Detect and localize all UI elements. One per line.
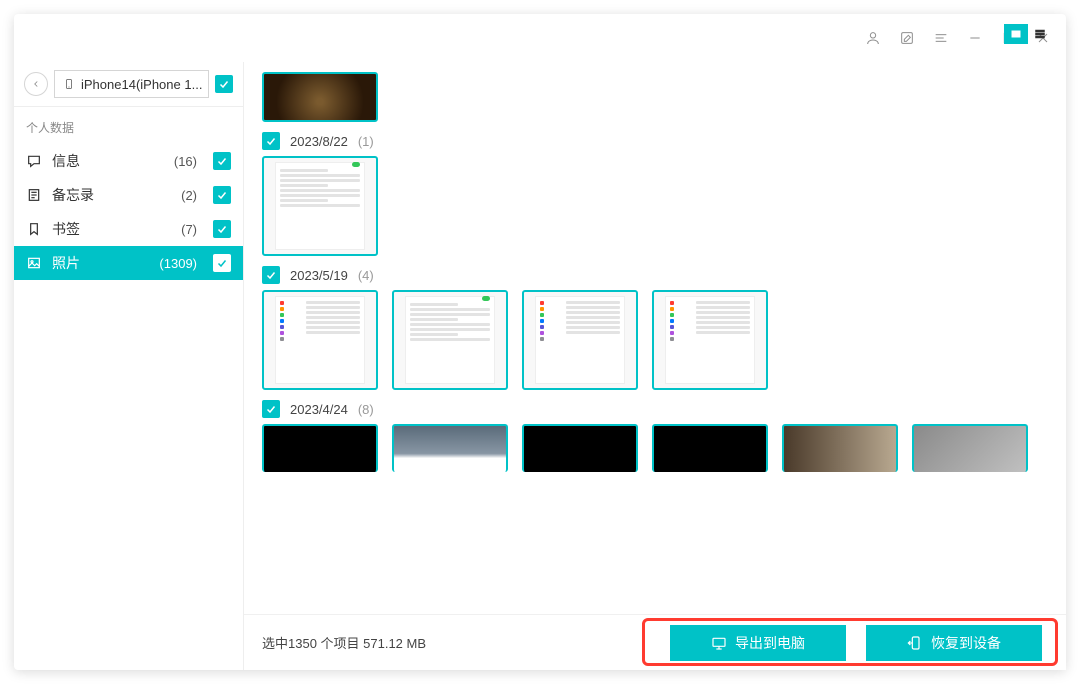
view-toggle: [1004, 24, 1052, 44]
group-date: 2023/8/22: [290, 134, 348, 149]
device-name: iPhone14(iPhone 1...: [81, 77, 202, 92]
export-to-pc-button[interactable]: 导出到电脑: [670, 625, 846, 661]
date-group-header[interactable]: 2023/4/24 (8): [262, 390, 1048, 424]
sidebar-item-image[interactable]: 照片 (1309): [14, 246, 243, 280]
menu-icon[interactable]: [932, 29, 950, 47]
group-count: (8): [358, 402, 374, 417]
group-checkbox[interactable]: [262, 132, 280, 150]
group-date: 2023/4/24: [290, 402, 348, 417]
sidebar-item-checkbox[interactable]: [213, 186, 231, 204]
restore-label: 恢复到设备: [931, 633, 1001, 653]
photo-thumbnail[interactable]: [262, 156, 378, 256]
account-icon[interactable]: [864, 29, 882, 47]
photo-thumbnail[interactable]: [262, 424, 378, 472]
date-group-header[interactable]: 2023/8/22 (1): [262, 122, 1048, 156]
sidebar-item-bookmark[interactable]: 书签 (7): [14, 212, 243, 246]
device-checkbox[interactable]: [215, 75, 233, 93]
sidebar-item-checkbox[interactable]: [213, 220, 231, 238]
sidebar-item-count: (1309): [159, 256, 197, 271]
title-bar: [14, 14, 1066, 62]
sidebar-item-count: (2): [181, 188, 197, 203]
photo-thumbnail[interactable]: [522, 290, 638, 390]
photo-thumbnail[interactable]: [652, 290, 768, 390]
image-icon: [26, 255, 42, 271]
date-group-header[interactable]: 2023/5/19 (4): [262, 256, 1048, 290]
sidebar: iPhone14(iPhone 1... 个人数据 信息 (16) 备忘录 (2) 书签…: [14, 62, 244, 670]
bottom-bar: 选中1350 个项目 571.12 MB 导出到电脑 恢复到设备: [244, 614, 1066, 670]
sidebar-item-count: (16): [174, 154, 197, 169]
message-icon: [26, 153, 42, 169]
sidebar-item-checkbox[interactable]: [213, 254, 231, 272]
selection-status: 选中1350 个项目 571.12 MB: [262, 633, 670, 652]
note-icon: [26, 187, 42, 203]
sidebar-section-label: 个人数据: [14, 107, 243, 144]
group-checkbox[interactable]: [262, 400, 280, 418]
restore-to-device-button[interactable]: 恢复到设备: [866, 625, 1042, 661]
sidebar-item-message[interactable]: 信息 (16): [14, 144, 243, 178]
sidebar-item-label: 照片: [52, 253, 149, 273]
sidebar-item-checkbox[interactable]: [213, 152, 231, 170]
photo-thumbnail[interactable]: [912, 424, 1028, 472]
edit-icon[interactable]: [898, 29, 916, 47]
photo-thumbnail[interactable]: [522, 424, 638, 472]
group-count: (1): [358, 134, 374, 149]
minimize-button[interactable]: [966, 29, 984, 47]
sidebar-item-note[interactable]: 备忘录 (2): [14, 178, 243, 212]
group-checkbox[interactable]: [262, 266, 280, 284]
list-view-button[interactable]: [1028, 24, 1052, 44]
device-selector[interactable]: iPhone14(iPhone 1...: [54, 70, 209, 98]
sidebar-item-count: (7): [181, 222, 197, 237]
group-date: 2023/5/19: [290, 268, 348, 283]
export-label: 导出到电脑: [735, 633, 805, 653]
thumbnail-grid[interactable]: 2023/8/22 (1) 2023/5/19 (4) 2023/4/24 (8): [244, 62, 1066, 670]
photo-thumbnail[interactable]: [262, 72, 378, 122]
bookmark-icon: [26, 221, 42, 237]
photo-thumbnail[interactable]: [782, 424, 898, 472]
sidebar-item-label: 备忘录: [52, 185, 171, 205]
sidebar-item-label: 信息: [52, 151, 164, 171]
grid-view-button[interactable]: [1004, 24, 1028, 44]
main-panel: 2023/8/22 (1) 2023/5/19 (4) 2023/4/24 (8) 选中1…: [244, 62, 1066, 670]
photo-thumbnail[interactable]: [392, 290, 508, 390]
back-button[interactable]: [24, 72, 48, 96]
photo-thumbnail[interactable]: [652, 424, 768, 472]
sidebar-item-label: 书签: [52, 219, 171, 239]
group-count: (4): [358, 268, 374, 283]
photo-thumbnail[interactable]: [262, 290, 378, 390]
photo-thumbnail[interactable]: [392, 424, 508, 472]
